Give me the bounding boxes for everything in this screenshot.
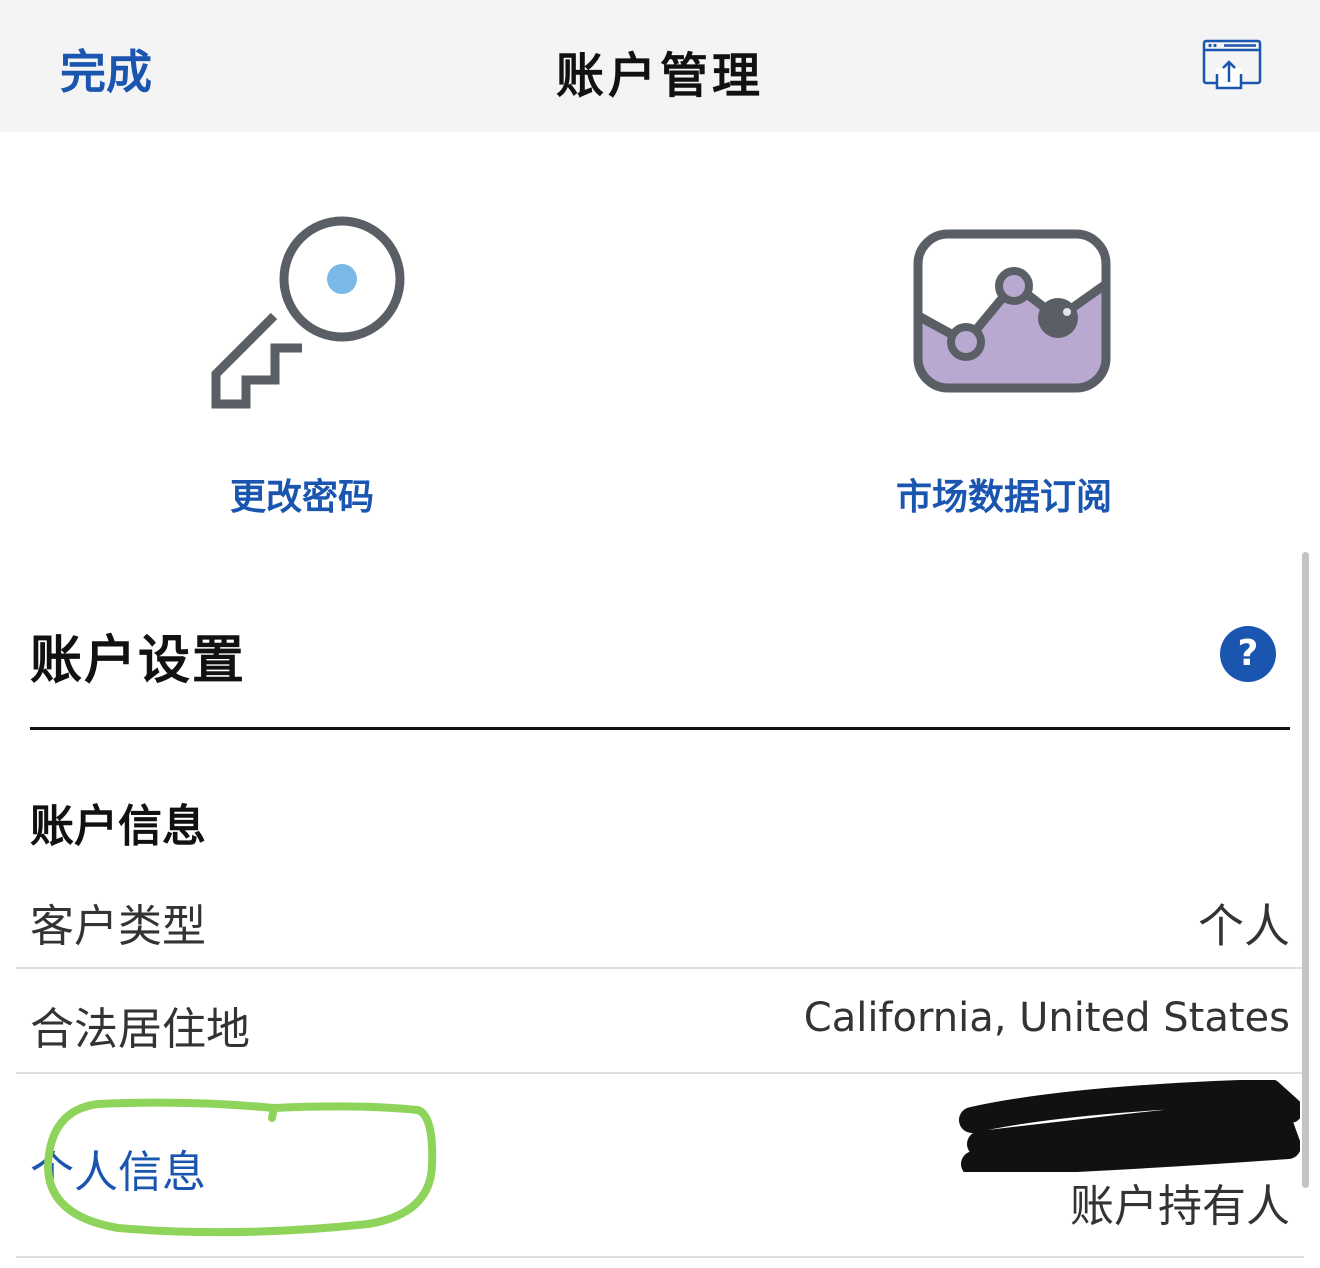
change-password-button[interactable]: 更改密码: [150, 190, 470, 530]
legal-residence-value: California, United States: [803, 995, 1290, 1041]
navigation-bar: 完成 账户管理: [0, 0, 1320, 132]
client-type-row: 客户类型 个人: [16, 872, 1304, 969]
share-window-icon[interactable]: [1202, 38, 1264, 94]
account-info-heading: 账户信息: [30, 801, 206, 852]
key-icon: [211, 216, 405, 409]
market-chart-icon: [913, 229, 1111, 393]
done-button[interactable]: 完成: [60, 36, 152, 102]
section-divider: [30, 727, 1290, 730]
market-data-subscription-button[interactable]: 市场数据订阅: [860, 190, 1180, 530]
change-password-label: 更改密码: [230, 477, 375, 518]
market-data-subscription-label: 市场数据订阅: [896, 477, 1113, 518]
account-holder-value: 账户持有人: [1070, 1181, 1290, 1232]
personal-info-label[interactable]: 个人信息: [30, 1136, 206, 1200]
client-type-label: 客户类型: [30, 901, 206, 952]
help-icon[interactable]: ?: [1220, 626, 1276, 682]
row-divider: [16, 1256, 1304, 1258]
scrollbar[interactable]: [1302, 552, 1309, 1188]
account-settings-heading: 账户设置: [30, 631, 247, 691]
legal-residence-label: 合法居住地: [30, 1004, 250, 1055]
redacted-name-scribble: [959, 1080, 1300, 1172]
client-type-value: 个人: [1198, 899, 1290, 953]
legal-residence-row: 合法居住地 California, United States: [16, 969, 1304, 1074]
page-title: 账户管理: [555, 48, 764, 104]
